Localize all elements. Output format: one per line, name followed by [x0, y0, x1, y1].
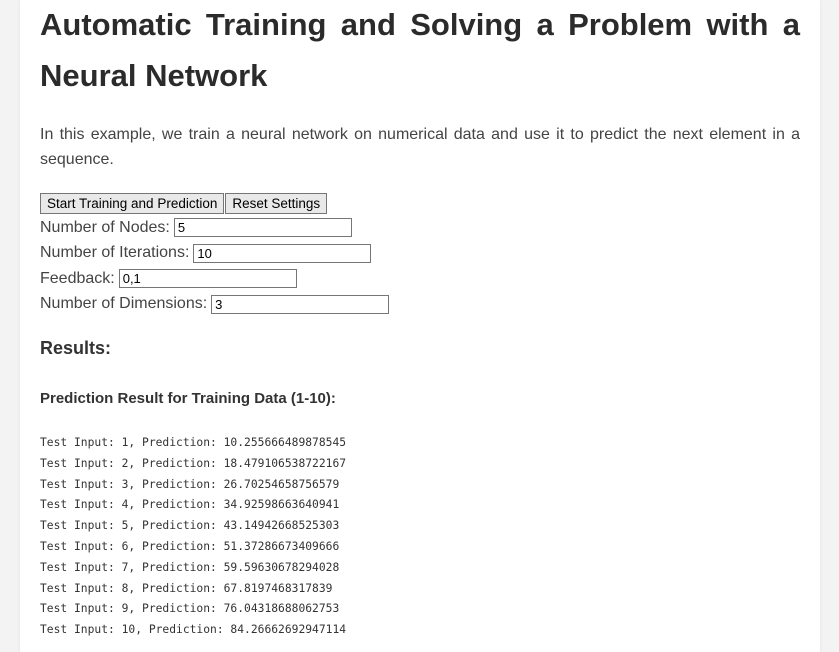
prediction-line: Test Input: 5, Prediction: 43.1494266852…: [40, 519, 340, 533]
dimensions-field-row: Number of Dimensions:: [40, 292, 390, 318]
dimensions-label: Number of Dimensions:: [40, 295, 208, 313]
prediction-subheading: Prediction Result for Training Data (1-1…: [40, 390, 336, 407]
button-row: Start Training and Prediction Reset Sett…: [40, 192, 389, 215]
iterations-label: Number of Iterations:: [40, 244, 190, 262]
reset-settings-button[interactable]: Reset Settings: [225, 193, 328, 214]
prediction-list: Test Input: 1, Prediction: 10.2556664898…: [40, 433, 346, 641]
start-training-button[interactable]: Start Training and Prediction: [40, 193, 225, 214]
results-heading: Results:: [40, 338, 112, 358]
nodes-input[interactable]: [173, 218, 352, 238]
prediction-line: Test Input: 7, Prediction: 59.5963067829…: [40, 560, 340, 574]
prediction-line: Test Input: 8, Prediction: 67.8197468317…: [40, 581, 333, 595]
content-area: Automatic Training and Solving a Problem…: [40, 0, 800, 636]
prediction-line: Test Input: 2, Prediction: 18.4791065387…: [40, 456, 347, 470]
controls-panel: Start Training and Prediction Reset Sett…: [40, 192, 390, 318]
page-card: Automatic Training and Solving a Problem…: [20, 0, 820, 652]
intro-paragraph: In this example, we train a neural netwo…: [40, 126, 800, 168]
nodes-label: Number of Nodes:: [40, 218, 170, 236]
iterations-input[interactable]: [193, 243, 372, 263]
prediction-line: Test Input: 9, Prediction: 76.0431868806…: [40, 602, 340, 616]
page-title: Automatic Training and Solving a Problem…: [40, 7, 800, 93]
feedback-input[interactable]: [118, 269, 297, 289]
feedback-label: Feedback:: [40, 269, 115, 287]
iterations-field-row: Number of Iterations:: [40, 241, 389, 267]
feedback-field-row: Feedback:: [40, 266, 389, 292]
prediction-line: Test Input: 6, Prediction: 51.3728667340…: [40, 539, 340, 553]
dimensions-input[interactable]: [211, 294, 390, 314]
nodes-field-row: Number of Nodes:: [40, 215, 389, 241]
prediction-line: Test Input: 3, Prediction: 26.7025465875…: [40, 477, 340, 491]
prediction-line: Test Input: 4, Prediction: 34.9259866364…: [40, 498, 340, 512]
prediction-line: Test Input: 1, Prediction: 10.2556664898…: [40, 436, 347, 449]
prediction-line: Test Input: 10, Prediction: 84.266626929…: [40, 623, 347, 637]
